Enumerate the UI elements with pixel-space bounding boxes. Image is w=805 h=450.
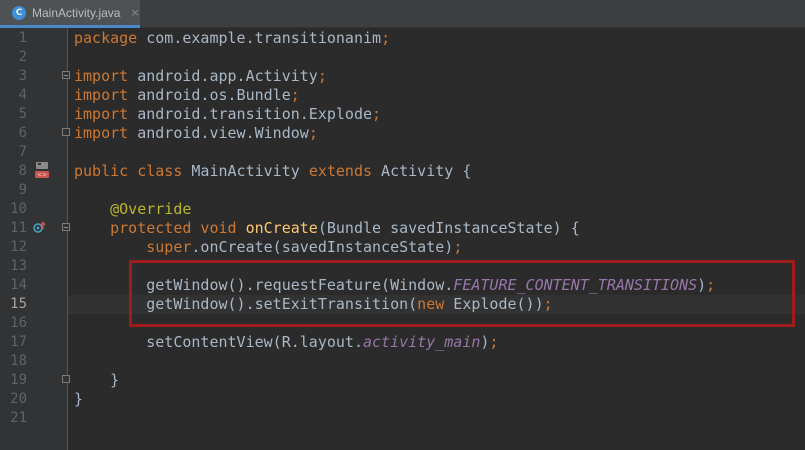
line-number: 11 <box>10 220 27 236</box>
code-token: import <box>74 105 129 123</box>
code-token: FEATURE_CONTENT_TRANSITIONS <box>453 276 698 294</box>
tab-label: MainActivity.java <box>32 5 121 20</box>
android-class-icon[interactable]: <> <box>34 161 50 179</box>
code-token: ; <box>543 295 553 313</box>
code-token: android.transition.Explode <box>128 105 373 123</box>
line-number: 19 <box>10 372 27 388</box>
line-number: 21 <box>10 410 27 426</box>
code-token: ) <box>697 276 707 294</box>
line-number: 4 <box>18 87 27 103</box>
line-number: 8 <box>18 163 27 179</box>
code-token: new <box>417 295 445 313</box>
code-editor-window: C MainActivity.java × <> 12345678 9 10 1… <box>0 0 805 450</box>
close-icon[interactable]: × <box>130 7 139 18</box>
code-token: android.app.Activity <box>128 67 318 85</box>
code-token: ; <box>381 29 391 47</box>
code-token: super <box>146 238 192 256</box>
fold-method-end-icon[interactable] <box>62 375 70 383</box>
code-token: android.os.Bundle <box>128 86 291 104</box>
code-token: import <box>74 124 129 142</box>
code-token: getWindow().setExitTransition( <box>74 295 418 313</box>
code-token: setContentView(R.layout. <box>74 333 363 351</box>
line-number: 2 <box>18 49 27 65</box>
line-number: 3 <box>18 68 27 84</box>
line-number: 5 <box>18 106 27 122</box>
line-number: 1 <box>18 30 27 46</box>
code-line: package com.example.transitionanim; <box>74 29 390 48</box>
code-line: getWindow().requestFeature(Window.FEATUR… <box>74 276 715 295</box>
line-number: 14 <box>10 277 27 293</box>
line-number: 18 <box>10 353 27 369</box>
code-line: @Override <box>74 200 191 219</box>
line-number: 7 <box>18 144 27 160</box>
svg-text:<>: <> <box>37 172 47 179</box>
code-token: onCreate <box>245 219 318 237</box>
fold-method-icon[interactable] <box>62 223 70 231</box>
code-token: ; <box>372 105 382 123</box>
code-token: (Bundle savedInstanceState) { <box>317 219 580 237</box>
fold-imports-icon[interactable] <box>62 71 70 79</box>
line-number: 6 <box>18 125 27 141</box>
code-token: public class <box>74 162 183 180</box>
code-line: import android.app.Activity; <box>74 67 327 86</box>
code-line: import android.transition.Explode; <box>74 105 381 124</box>
line-number: 9 <box>18 182 27 198</box>
code-line: } <box>74 371 119 390</box>
code-token: ; <box>489 333 499 351</box>
tab-main-activity[interactable]: C MainActivity.java × <box>0 0 140 28</box>
override-method-icon[interactable] <box>32 220 48 234</box>
code-line: setContentView(R.layout.activity_main); <box>74 333 498 352</box>
code-line: getWindow().setExitTransition(new Explod… <box>74 295 553 314</box>
code-token: Activity { <box>372 162 472 180</box>
code-token: protected void <box>110 219 237 237</box>
java-class-icon: C <box>12 5 26 20</box>
code-token: import <box>74 67 129 85</box>
code-token: @Override <box>110 200 192 218</box>
code-token: Explode()) <box>444 295 544 313</box>
line-number: 15 <box>10 296 27 312</box>
line-number: 13 <box>10 258 27 274</box>
line-number: 17 <box>10 334 27 350</box>
code-token: .onCreate(savedInstanceState) <box>191 238 454 256</box>
line-number: 16 <box>10 315 27 331</box>
line-number: 12 <box>10 239 27 255</box>
code-line: import android.view.Window; <box>74 124 318 143</box>
code-token: import <box>74 86 129 104</box>
code-token: ; <box>317 67 327 85</box>
editor-tab-bar: C MainActivity.java × <box>0 0 805 28</box>
line-number: 10 <box>10 201 27 217</box>
code-line: public class MainActivity extends Activi… <box>74 162 471 181</box>
fold-imports-end-icon[interactable] <box>62 128 70 136</box>
code-token: ; <box>290 86 300 104</box>
line-number-gutter: <> 1 2 3 4 5 6 7 8 9 10 11 12 13 14 15 16 17 18 19 20 21 <box>0 28 70 450</box>
code-token: ; <box>308 124 318 142</box>
code-token: extends <box>308 162 373 180</box>
code-line: } <box>74 390 83 409</box>
code-token: ; <box>706 276 716 294</box>
code-token: } <box>74 390 84 408</box>
code-line: protected void onCreate(Bundle savedInst… <box>74 219 580 238</box>
code-token: activity_main <box>362 333 481 351</box>
code-token: com.example.transitionanim <box>137 29 382 47</box>
code-line: super.onCreate(savedInstanceState); <box>74 238 462 257</box>
code-token: } <box>74 371 120 389</box>
code-line: import android.os.Bundle; <box>74 86 300 105</box>
code-token: android.view.Window <box>128 124 309 142</box>
line-number: 20 <box>10 391 27 407</box>
code-token: MainActivity <box>182 162 309 180</box>
code-token: ; <box>453 238 463 256</box>
code-token: getWindow().requestFeature(Window. <box>74 276 454 294</box>
code-token: package <box>74 29 138 47</box>
